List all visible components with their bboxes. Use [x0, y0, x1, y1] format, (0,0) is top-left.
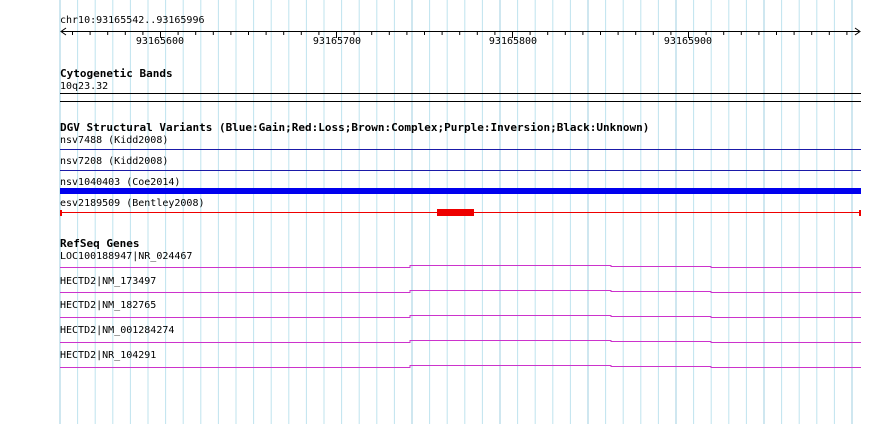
gene-glyph — [60, 315, 861, 318]
variant-nsv1040403-glyph — [60, 188, 861, 194]
ruler-tick-label: 93165900 — [663, 36, 713, 47]
cyto-track-title: Cytogenetic Bands — [60, 67, 173, 80]
gene-label[interactable]: HECTD2|NR_104291 — [60, 350, 156, 361]
ruler-tick-label: 93165800 — [488, 36, 538, 47]
variant-esv2189509-end — [60, 210, 62, 216]
variant-label[interactable]: esv2189509 (Bentley2008) — [60, 198, 205, 209]
variant-esv2189509-block — [437, 209, 474, 216]
variant-label[interactable]: nsv7488 (Kidd2008) — [60, 135, 168, 146]
gene-label[interactable]: LOC100188947|NR_024467 — [60, 251, 192, 262]
gene-label[interactable]: HECTD2|NM_001284274 — [60, 325, 174, 336]
variant-label[interactable]: nsv1040403 (Coe2014) — [60, 177, 180, 188]
gene-label[interactable]: HECTD2|NM_182765 — [60, 300, 156, 311]
ruler-tick-label: 93165700 — [312, 36, 362, 47]
variant-label[interactable]: nsv7208 (Kidd2008) — [60, 156, 168, 167]
variant-esv2189509-end — [859, 210, 861, 216]
dgv-track-title: DGV Structural Variants (Blue:Gain;Red:L… — [60, 121, 650, 134]
cyto-band-label: 10q23.32 — [60, 81, 109, 92]
region-label: chr10:93165542..93165996 — [60, 15, 205, 26]
ruler-tick-label: 93165600 — [135, 36, 185, 47]
gene-glyph — [60, 265, 861, 268]
refseq-track-title: RefSeq Genes — [60, 237, 140, 250]
gene-label[interactable]: HECTD2|NM_173497 — [60, 276, 156, 287]
gene-glyph — [60, 340, 861, 343]
genome-browser-canvas: chr10:93165542..93165996 93165600 931657… — [0, 0, 890, 424]
gene-glyph — [60, 290, 861, 293]
gene-glyph — [60, 365, 861, 368]
